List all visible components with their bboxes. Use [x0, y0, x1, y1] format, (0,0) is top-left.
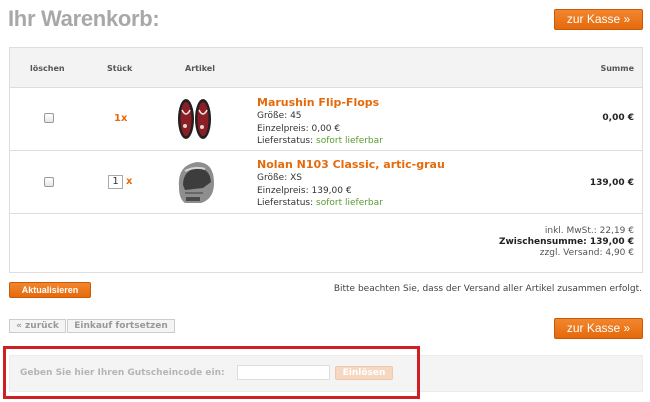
update-cart-button[interactable]: Aktualisieren: [9, 282, 91, 298]
header-total: Summe: [600, 64, 634, 73]
page-title: Ihr Warenkorb:: [8, 6, 160, 31]
delivery-status-value: sofort lieferbar: [316, 136, 383, 146]
product-name-link[interactable]: Marushin Flip-Flops: [257, 96, 383, 110]
item-info: Nolan N103 Classic, artic-grau Größe: XS…: [257, 158, 445, 210]
remove-checkbox[interactable]: [44, 177, 54, 187]
shipping-notice: Bitte beachten Sie, dass der Versand all…: [333, 284, 642, 294]
highlight-box: [3, 346, 420, 399]
cart-row: 1x Marushin Flip-Flops Größe: 45 Einzelp…: [10, 88, 642, 151]
delivery-status-label: Lieferstatus:: [257, 136, 314, 146]
cart-table-header: löschen Stück Artikel Summe: [10, 48, 642, 88]
shipping-line: zzgl. Versand: 4,90 €: [539, 248, 634, 258]
delivery-status: Lieferstatus: sofort lieferbar: [257, 135, 383, 148]
delivery-status: Lieferstatus: sofort lieferbar: [257, 197, 445, 210]
helmet-image[interactable]: [173, 157, 217, 207]
vat-line: inkl. MwSt.: 22,19 €: [544, 226, 634, 236]
header-remove: löschen: [30, 64, 65, 73]
remove-checkbox[interactable]: [44, 113, 54, 123]
cart-table: löschen Stück Artikel Summe 1x Marushin …: [9, 47, 643, 273]
line-total: 0,00 €: [602, 113, 634, 123]
header-qty: Stück: [107, 64, 133, 73]
delivery-status-label: Lieferstatus:: [257, 198, 314, 208]
checkout-button-bottom[interactable]: zur Kasse »: [554, 318, 643, 339]
cart-row: 1 x Nolan N103 Classic, artic-grau Größe…: [10, 151, 642, 214]
back-button[interactable]: « zurück: [9, 319, 66, 333]
quantity-suffix: x: [126, 176, 133, 187]
continue-shopping-button[interactable]: Einkauf fortsetzen: [67, 319, 175, 333]
product-size: Größe: 45: [257, 111, 302, 121]
quantity-input[interactable]: 1: [108, 175, 123, 189]
product-unit-price: Einzelpreis: 139,00 €: [257, 185, 352, 196]
checkout-button-top[interactable]: zur Kasse »: [554, 9, 643, 30]
delivery-status-value: sofort lieferbar: [316, 198, 383, 208]
product-unit-price: Einzelpreis: 0,00 €: [257, 123, 341, 134]
subtotal-line: Zwischensumme: 139,00 €: [498, 237, 634, 247]
flip-flops-image[interactable]: [175, 96, 215, 142]
cart-summary: inkl. MwSt.: 22,19 € Zwischensumme: 139,…: [499, 226, 634, 259]
line-total: 139,00 €: [589, 178, 634, 188]
header-article: Artikel: [185, 64, 215, 73]
quantity: 1x: [114, 113, 128, 124]
product-size: Größe: XS: [257, 173, 302, 183]
product-name-link[interactable]: Nolan N103 Classic, artic-grau: [257, 158, 445, 172]
item-info: Marushin Flip-Flops Größe: 45 Einzelprei…: [257, 96, 383, 148]
